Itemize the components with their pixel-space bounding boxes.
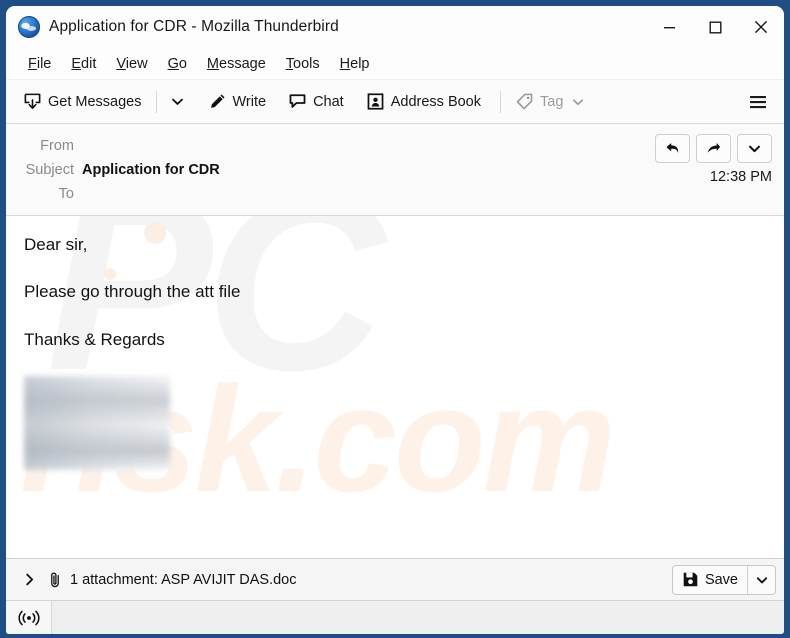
toolbar-separator-2 [500, 90, 501, 113]
message-header: From Subject Application for CDR To 12:3… [6, 124, 784, 216]
from-label: From [40, 138, 74, 154]
title-bar: Application for CDR - Mozilla Thunderbir… [6, 6, 784, 48]
thunderbird-icon [18, 16, 40, 38]
menu-label-file: ile [36, 55, 52, 72]
save-dropdown-button[interactable] [747, 565, 775, 594]
menu-item-edit[interactable]: Edit [61, 53, 106, 75]
reply-arrow-icon [666, 143, 679, 154]
download-inbox-icon [23, 92, 42, 111]
menu-label-edit: dit [81, 55, 97, 72]
application-window: Application for CDR - Mozilla Thunderbir… [6, 6, 784, 634]
header-row-from: From [6, 134, 655, 158]
menu-item-file[interactable]: File [18, 53, 61, 75]
save-attachment-button[interactable]: Save [673, 566, 747, 594]
attachment-expander-button[interactable] [18, 567, 40, 593]
save-attachment-split-button: Save [671, 564, 776, 595]
menu-accesskey-go: G [167, 55, 179, 72]
chevron-down-icon [749, 145, 760, 153]
close-button[interactable] [738, 6, 784, 48]
chat-label: Chat [313, 93, 344, 110]
tag-icon [515, 92, 534, 111]
chat-button[interactable]: Chat [281, 86, 351, 118]
header-row-subject: Subject Application for CDR [6, 158, 655, 182]
address-book-label: Address Book [390, 93, 481, 110]
minimize-button[interactable] [646, 6, 692, 48]
maximize-icon [709, 21, 722, 34]
menu-label-tools: ools [293, 55, 320, 72]
app-menu-button[interactable] [740, 86, 776, 118]
save-label: Save [704, 571, 738, 588]
get-messages-label: Get Messages [48, 93, 142, 110]
menu-accesskey-message: M [206, 55, 220, 72]
chevron-down-icon [170, 94, 185, 109]
broadcast-signal-icon [17, 610, 40, 625]
menu-item-tools[interactable]: Tools [276, 53, 330, 75]
message-timestamp: 12:38 PM [709, 169, 772, 185]
subject-label: Subject [25, 162, 74, 178]
get-messages-button[interactable]: Get Messages [16, 86, 149, 118]
close-icon [754, 20, 768, 34]
get-messages-dropdown-button[interactable] [164, 86, 191, 118]
attachment-bar: 1 attachment: ASP AVIJIT DAS.doc Save [6, 558, 784, 600]
menu-item-help[interactable]: Help [330, 53, 380, 75]
write-label: Write [232, 93, 267, 110]
menu-item-go[interactable]: Go [158, 53, 197, 75]
address-book-button[interactable]: Address Book [359, 86, 488, 118]
menu-accesskey-tools: T [285, 55, 294, 72]
message-header-fields: From Subject Application for CDR To [6, 134, 655, 206]
body-line-signoff: Thanks & Regards [24, 329, 165, 349]
window-title: Application for CDR - Mozilla Thunderbir… [49, 18, 339, 35]
connection-status-button[interactable] [6, 601, 52, 634]
more-actions-button[interactable] [737, 134, 772, 163]
forward-button[interactable] [696, 134, 731, 163]
watermark-dot-small [104, 268, 116, 280]
menu-label-message: essage [219, 55, 266, 72]
chevron-down-icon [571, 95, 585, 109]
status-bar [6, 600, 784, 634]
save-disk-icon [682, 571, 699, 588]
window-controls [646, 6, 784, 48]
chevron-down-icon [756, 576, 767, 583]
menu-accesskey-help: H [339, 55, 351, 72]
tag-button[interactable]: Tag [508, 86, 592, 118]
paperclip-icon [46, 571, 64, 589]
minimize-icon [663, 26, 675, 28]
write-button[interactable]: Write [201, 86, 274, 118]
message-body: PC risk.com Dear sir, Please go through … [6, 216, 784, 558]
header-row-to: To [6, 182, 655, 206]
body-line-content: Please go through the att file [24, 282, 241, 302]
toolbar-separator-1 [155, 90, 157, 113]
menu-label-go: o [178, 55, 187, 72]
menu-item-message[interactable]: Message [197, 53, 276, 75]
blurred-signature-image [24, 375, 170, 470]
window-frame: Application for CDR - Mozilla Thunderbir… [0, 0, 790, 638]
menu-accesskey-edit: E [71, 55, 82, 72]
menu-bar: File Edit View Go Message Tools Help [6, 48, 784, 80]
menu-accesskey-file: F [28, 55, 37, 72]
menu-label-help: elp [350, 55, 370, 72]
forward-arrow-icon [707, 142, 721, 153]
menu-accesskey-view: V [116, 55, 126, 72]
contact-card-icon [366, 92, 385, 111]
reply-button[interactable] [655, 134, 690, 163]
subject-value: Application for CDR [82, 162, 220, 178]
chevron-right-icon [25, 573, 33, 586]
tag-label: Tag [540, 93, 564, 110]
main-toolbar: Get Messages Write Chat Address Book Tag [6, 80, 784, 124]
speech-bubble-icon [288, 92, 307, 111]
to-label: To [58, 186, 74, 202]
message-action-buttons [655, 134, 772, 163]
hamburger-menu-icon [748, 94, 768, 110]
pencil-icon [208, 92, 227, 111]
menu-item-view[interactable]: View [106, 53, 157, 75]
menu-label-view: iew [125, 55, 148, 72]
attachment-label: 1 attachment: ASP AVIJIT DAS.doc [70, 571, 297, 588]
maximize-button[interactable] [692, 6, 738, 48]
message-header-actions-area: 12:38 PM [655, 134, 784, 206]
body-line-greeting: Dear sir, [24, 235, 88, 254]
